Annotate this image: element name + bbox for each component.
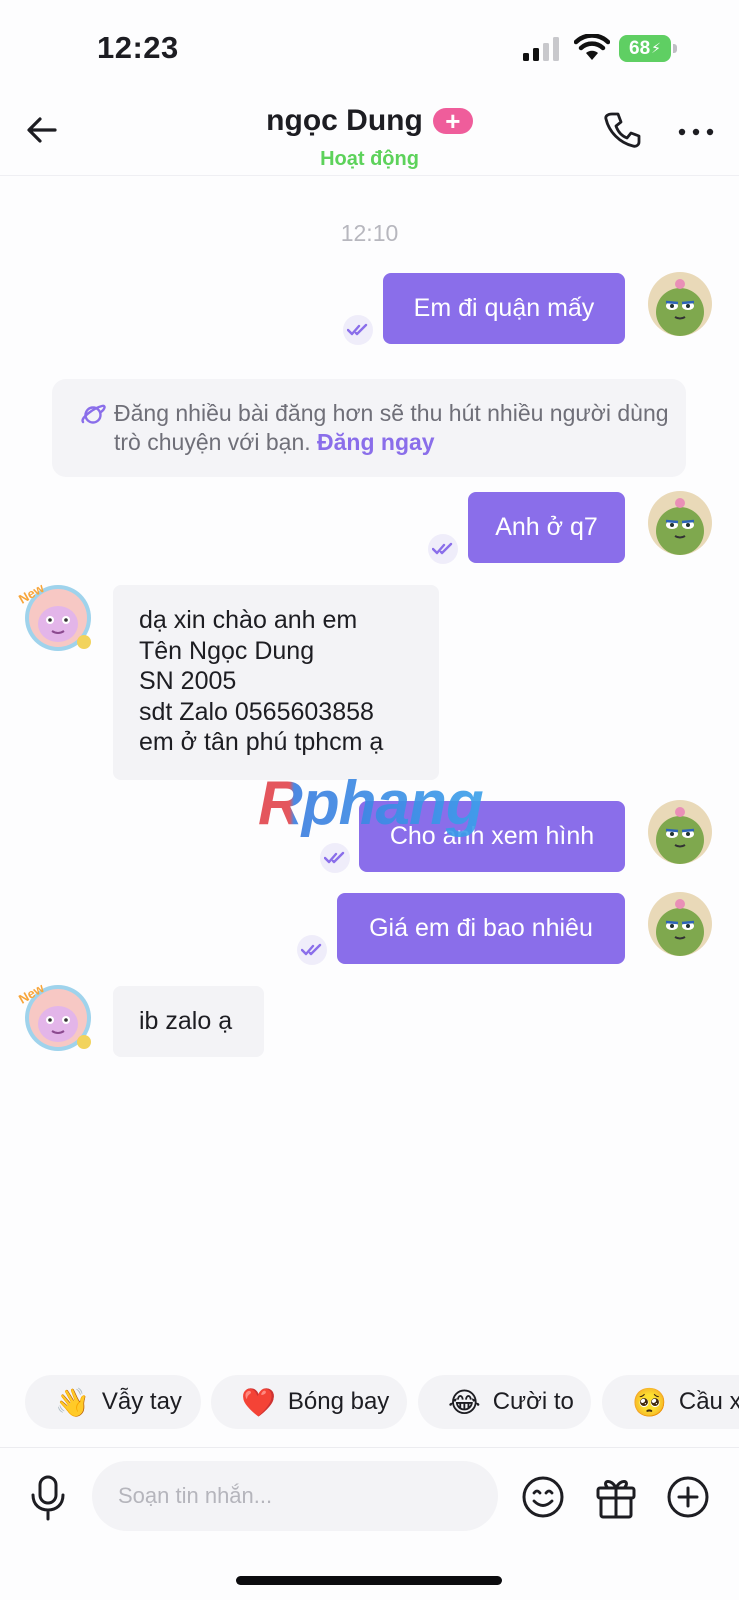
status-bar: 12:23 68 ⚡ [0, 0, 739, 98]
composer-bar [0, 1447, 739, 1557]
outgoing-message[interactable]: Giá em đi bao nhiêu [337, 893, 625, 964]
quick-reply-plead[interactable]: 🥺 Cầu xi [602, 1375, 739, 1429]
read-receipt-icon [428, 534, 458, 564]
contact-avatar[interactable]: New [16, 580, 94, 656]
wifi-icon [574, 34, 610, 60]
my-avatar[interactable] [648, 800, 712, 864]
heart-icon: ❤️ [241, 1385, 276, 1419]
read-receipt-icon [343, 315, 373, 345]
contact-name[interactable]: ngọc Dung [266, 104, 423, 138]
emoji-icon[interactable] [520, 1474, 566, 1520]
wave-icon: 👋 [55, 1385, 90, 1419]
my-avatar[interactable] [648, 491, 712, 555]
chip-label: Cười to [492, 1388, 574, 1415]
chip-label: Vẫy tay [101, 1388, 182, 1415]
incoming-message[interactable]: dạ xin chào anh em Tên Ngọc Dung SN 2005… [113, 585, 439, 780]
message-line: sdt Zalo 0565603858 [139, 697, 374, 726]
phone-call-icon[interactable] [600, 108, 644, 152]
contact-avatar[interactable]: New [16, 980, 94, 1056]
chat-timestamp: 12:10 [340, 220, 399, 246]
message-input[interactable] [92, 1461, 498, 1531]
read-receipt-icon [297, 935, 327, 965]
add-icon[interactable] [665, 1474, 711, 1520]
message-line: dạ xin chào anh em [139, 606, 358, 634]
chip-label: Bóng bay [287, 1388, 390, 1415]
pleading-face-icon: 🥺 [632, 1385, 667, 1419]
outgoing-message[interactable]: Em đi quận mấy [383, 273, 625, 344]
message-line: Tên Ngọc Dung [139, 636, 315, 665]
plus-badge: + [432, 108, 473, 134]
cellular-signal-icon [523, 37, 559, 61]
incoming-message[interactable]: ib zalo ạ [113, 986, 264, 1057]
status-time: 12:23 [97, 30, 179, 65]
gift-icon[interactable] [593, 1472, 639, 1520]
chat-header: ngọc Dung + Hoạt động [0, 98, 739, 176]
quick-reply-laugh[interactable]: 😂 Cười to [418, 1375, 591, 1429]
home-indicator [236, 1576, 502, 1585]
planet-icon [81, 404, 106, 424]
read-receipt-icon [320, 843, 350, 873]
laughing-icon: 😂 [448, 1385, 481, 1419]
microphone-icon[interactable] [28, 1475, 68, 1521]
my-avatar[interactable] [648, 272, 712, 336]
chip-label: Cầu xi [678, 1388, 739, 1415]
message-line: SN 2005 [139, 667, 237, 695]
battery-icon: 68 ⚡ [619, 35, 677, 62]
post-now-link[interactable]: Đăng ngay [317, 429, 435, 455]
watermark: Rphang [258, 769, 484, 838]
outgoing-message[interactable]: Anh ở q7 [468, 492, 625, 563]
quick-replies: 👋 Vẫy tay ❤️ Bóng bay 😂 Cười to 🥺 Cầu xi [0, 1375, 739, 1429]
message-line: em ở tân phú tphcm ạ [139, 728, 384, 756]
more-options-icon[interactable] [674, 110, 718, 150]
my-avatar[interactable] [648, 892, 712, 956]
battery-level: 68 [629, 37, 651, 59]
quick-reply-balloon[interactable]: ❤️ Bóng bay [211, 1375, 407, 1429]
quick-reply-wave[interactable]: 👋 Vẫy tay [25, 1375, 201, 1429]
